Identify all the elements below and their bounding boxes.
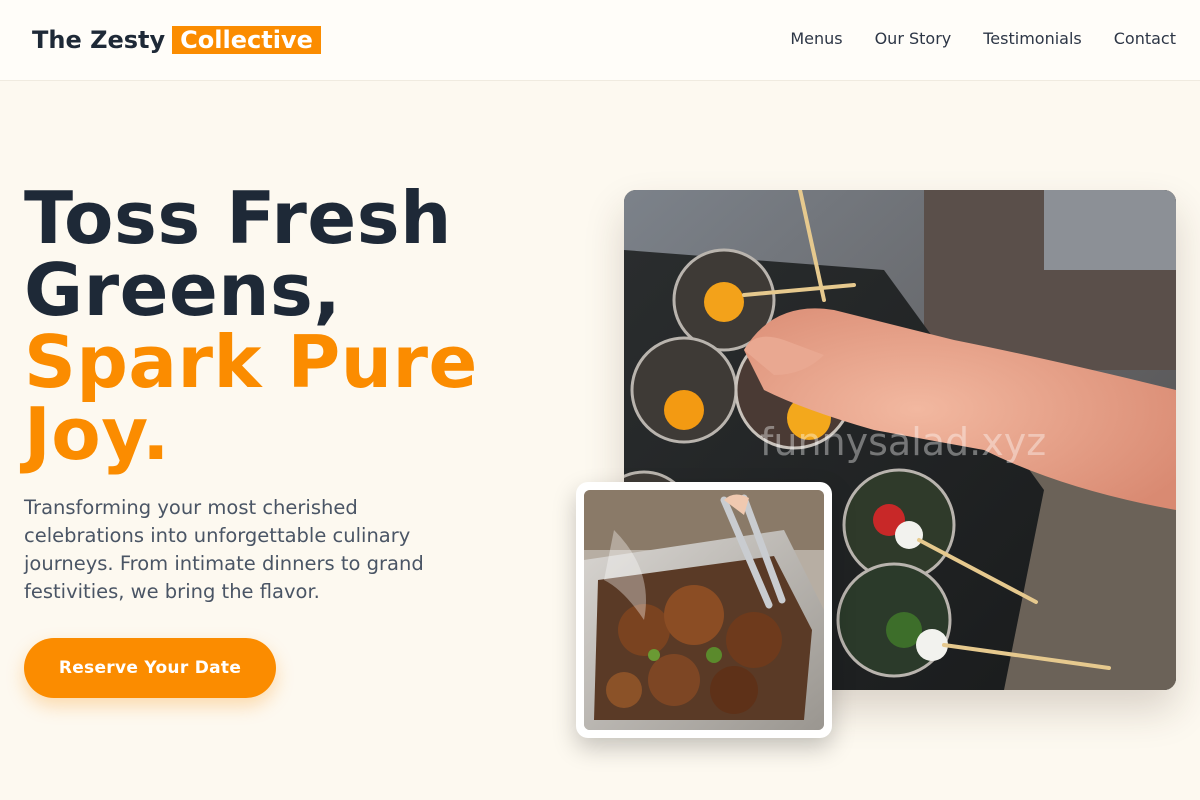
inset-food-photo (576, 482, 832, 738)
nav-link-our-story[interactable]: Our Story (875, 29, 952, 49)
reserve-date-button[interactable]: Reserve Your Date (24, 638, 276, 698)
logo-main-text: The Zesty (32, 26, 166, 54)
headline-line-4: Joy. (24, 392, 170, 476)
nav-link-contact[interactable]: Contact (1114, 29, 1176, 49)
watermark-text: funnysalad.xyz (760, 420, 1047, 464)
nav-link-menus[interactable]: Menus (790, 29, 842, 49)
hero-headline: Toss Fresh Greens, Spark Pure Joy. (24, 182, 544, 470)
site-header: The Zesty Collective Menus Our Story Tes… (0, 0, 1200, 81)
headline-line-3: Spark Pure (24, 320, 478, 404)
brand-logo[interactable]: The Zesty Collective (32, 24, 321, 56)
headline-line-1: Toss Fresh (24, 176, 452, 260)
nav-link-testimonials[interactable]: Testimonials (983, 29, 1082, 49)
grilled-meat-image (584, 490, 824, 730)
headline-line-2: Greens, (24, 248, 342, 332)
main-nav: Menus Our Story Testimonials Contact (790, 29, 1176, 49)
hero-subtext: Transforming your most cherished celebra… (24, 496, 424, 603)
logo-accent-text: Collective (172, 26, 321, 54)
